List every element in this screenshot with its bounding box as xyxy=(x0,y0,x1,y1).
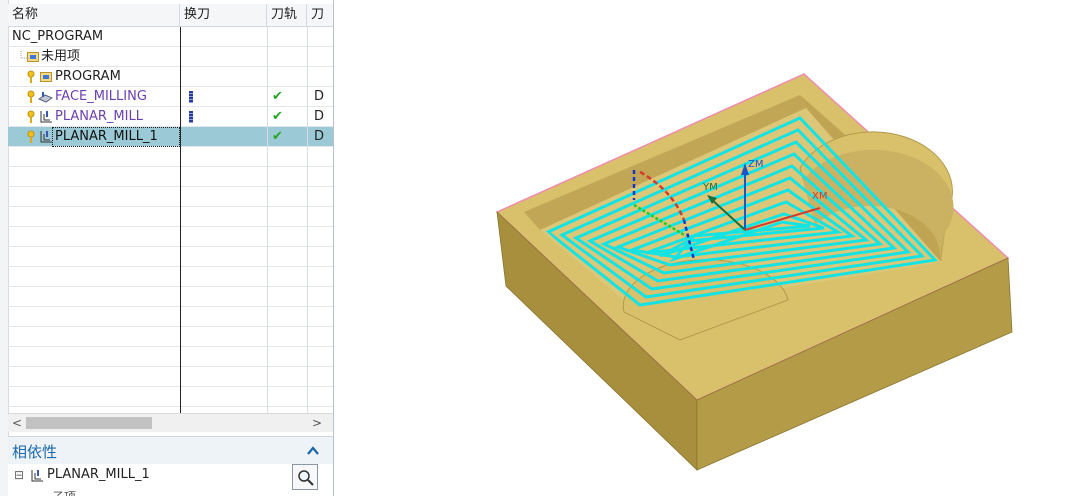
empty-row xyxy=(8,367,333,387)
tree-row-planar-mill-1[interactable]: PLANAR_MILL_1 ✔ D xyxy=(8,127,333,147)
tool-change-icon xyxy=(189,111,193,123)
toolpath-ok-icon: ✔ xyxy=(272,129,283,144)
search-button[interactable] xyxy=(292,464,318,490)
dependency-panel-header[interactable]: 相依性 xyxy=(8,436,333,465)
cut-column-value: D xyxy=(314,89,325,104)
empty-row xyxy=(8,347,333,367)
operation-navigator: 名称 换刀 刀轨 刀 NC_PROGRAM 未用项 PROGRAM FACE_M… xyxy=(0,0,334,496)
collapse-chevron-icon[interactable] xyxy=(307,446,319,456)
tool-change-icon xyxy=(189,91,193,103)
tree-row-label: 未用项 xyxy=(41,49,81,64)
navigator-header: 名称 换刀 刀轨 刀 xyxy=(8,4,333,27)
planar-mill-icon xyxy=(40,131,52,143)
tree-row-label: PLANAR_MILL xyxy=(55,109,143,124)
program-folder-icon xyxy=(40,72,52,82)
empty-row xyxy=(8,307,333,327)
magnifier-icon xyxy=(298,470,314,486)
column-header-tool-change[interactable]: 换刀 xyxy=(180,4,267,26)
tree-row-label: PLANAR_MILL_1 xyxy=(55,129,158,144)
key-icon xyxy=(27,90,35,103)
tree-row-program[interactable]: PROGRAM xyxy=(8,67,333,87)
dependency-title: 相依性 xyxy=(12,443,58,461)
part-3d-view: ZM YM XM xyxy=(495,73,1013,471)
scroll-left-arrow-icon[interactable]: < xyxy=(12,414,22,432)
column-header-toolpath[interactable]: 刀轨 xyxy=(267,4,307,26)
key-icon xyxy=(27,130,35,143)
face-milling-icon xyxy=(38,92,53,103)
zm-label: ZM xyxy=(748,159,763,170)
xm-label: XM xyxy=(812,191,827,202)
cut-column-value: D xyxy=(314,129,325,144)
empty-row xyxy=(8,267,333,287)
graphics-viewport[interactable]: ZM YM XM xyxy=(334,0,1080,496)
empty-row xyxy=(8,207,333,227)
toolpath-ok-icon: ✔ xyxy=(272,89,283,104)
toolpath-ok-icon: ✔ xyxy=(272,109,283,124)
group-folder-icon xyxy=(27,52,39,62)
column-header-name[interactable]: 名称 xyxy=(8,4,180,26)
empty-row xyxy=(8,387,333,407)
key-icon xyxy=(27,110,35,123)
empty-row xyxy=(8,247,333,267)
scrollbar-thumb[interactable] xyxy=(26,417,152,429)
expand-minus-icon[interactable]: ⊟ xyxy=(14,468,24,482)
horizontal-scrollbar[interactable]: < > xyxy=(8,413,333,432)
tree-row-label: NC_PROGRAM xyxy=(12,29,104,44)
dependency-child-label: 子项 xyxy=(52,488,76,496)
empty-row xyxy=(8,167,333,187)
operation-tree: NC_PROGRAM 未用项 PROGRAM FACE_MILLING ✔ D … xyxy=(8,27,333,413)
column-header-partial[interactable]: 刀 xyxy=(307,4,333,26)
scroll-right-arrow-icon[interactable]: > xyxy=(312,414,322,432)
empty-row xyxy=(8,287,333,307)
dependency-item-label: PLANAR_MILL_1 xyxy=(47,467,150,482)
tree-row-label: PROGRAM xyxy=(55,69,121,84)
planar-mill-icon xyxy=(31,470,43,482)
tree-row-label: FACE_MILLING xyxy=(55,89,147,104)
column-divider[interactable] xyxy=(267,27,268,413)
tree-row-nc-program[interactable]: NC_PROGRAM xyxy=(8,27,333,47)
column-divider[interactable] xyxy=(307,27,308,413)
empty-row xyxy=(8,327,333,347)
empty-row xyxy=(8,227,333,247)
cut-column-value: D xyxy=(314,109,325,124)
tree-row-unused[interactable]: 未用项 xyxy=(8,47,333,67)
dependency-list: ⊟ PLANAR_MILL_1 子项 xyxy=(8,464,333,496)
tree-row-planar-mill[interactable]: PLANAR_MILL ✔ D xyxy=(8,107,333,127)
planar-mill-icon xyxy=(40,111,52,123)
empty-row xyxy=(8,147,333,167)
tree-row-face-milling[interactable]: FACE_MILLING ✔ D xyxy=(8,87,333,107)
key-icon xyxy=(27,70,35,83)
column-divider[interactable] xyxy=(180,27,181,413)
empty-row xyxy=(8,187,333,207)
ym-label: YM xyxy=(702,182,718,193)
